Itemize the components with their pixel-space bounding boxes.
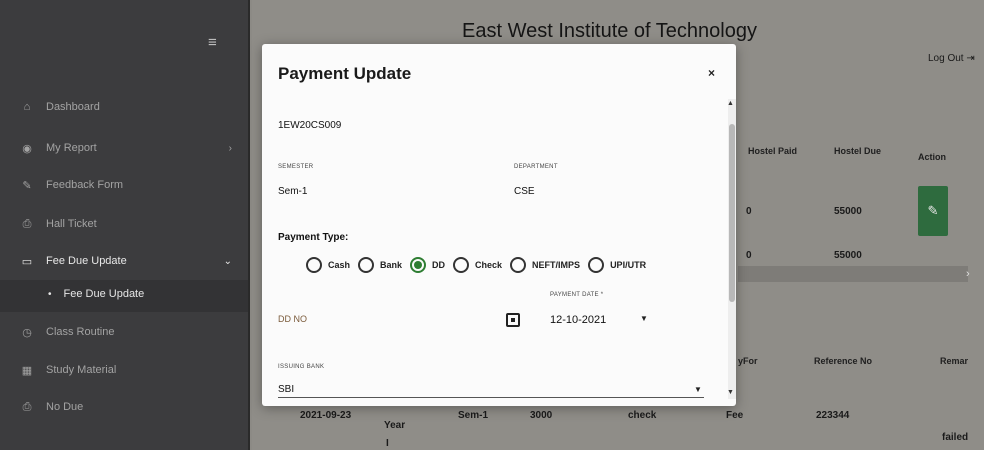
chevron-down-icon[interactable]: ▼ <box>640 314 648 323</box>
radio-circle <box>588 257 605 273</box>
sidebar-item-label: Hall Ticket <box>46 218 97 230</box>
dd-no-input[interactable]: DD NO <box>278 314 307 324</box>
table-header-remark: Remar <box>940 356 969 366</box>
table-cell-amount: 3000 <box>530 410 553 421</box>
modal-scrollbar-thumb[interactable] <box>729 124 735 302</box>
payment-date-label: PAYMENT DATE * <box>550 292 604 298</box>
menu-icon[interactable]: ≡ <box>208 34 217 51</box>
sidebar-item-my-report[interactable]: ◉ My Report › <box>18 138 238 158</box>
table-header-hostel-paid: Hostel Paid <box>748 146 798 156</box>
payment-update-modal: Payment Update × ▲ ▼ 1EW20CS009 SEMESTER… <box>262 44 736 406</box>
bullet-icon: • <box>48 288 52 300</box>
usn-field[interactable]: 1EW20CS009 <box>278 120 341 131</box>
table-cell-date: 2021-09-23 <box>300 410 352 421</box>
table-cell-reference: 223344 <box>816 410 850 421</box>
chevron-down-icon[interactable]: ▼ <box>694 385 702 394</box>
sidebar-item-label: Feedback Form <box>46 179 124 191</box>
radio-dd[interactable]: DD <box>410 257 445 273</box>
radio-circle <box>358 257 375 273</box>
folder-icon: ▭ <box>21 255 33 268</box>
radio-circle <box>510 257 527 273</box>
table-cell-year: Year <box>384 420 406 431</box>
dashboard-icon: ⌂ <box>23 101 31 113</box>
edit-icon: ✎ <box>927 203 939 218</box>
issuing-bank-label: ISSUING BANK <box>278 364 325 370</box>
close-icon[interactable]: × <box>708 66 715 80</box>
sidebar-item-label: Study Material <box>46 364 117 376</box>
modal-title: Payment Update <box>278 64 412 83</box>
sidebar-item-label: No Due <box>46 401 84 413</box>
logout-icon: ⇥ <box>966 53 975 64</box>
table-header-action: Action <box>918 152 946 162</box>
radio-bank[interactable]: Bank <box>358 257 402 273</box>
sidebar-item-label: Dashboard <box>46 101 100 113</box>
semester-field[interactable]: Sem-1 <box>278 186 307 197</box>
radio-upi-utr[interactable]: UPI/UTR <box>588 257 646 273</box>
ticket-icon: ⎙ <box>22 217 32 230</box>
scroll-up-icon[interactable]: ▲ <box>727 100 734 107</box>
table-cell-pay-for: Fee <box>726 410 744 421</box>
issuing-bank-select[interactable]: SBI <box>278 384 294 395</box>
sidebar-item-no-due[interactable]: ⎙ No Due <box>18 397 238 417</box>
sidebar-item-hall-ticket[interactable]: ⎙ Hall Ticket <box>18 214 238 234</box>
department-field[interactable]: CSE <box>514 186 535 197</box>
chevron-down-icon: ⌄ <box>223 255 232 267</box>
edit-action-button[interactable]: ✎ <box>918 186 948 236</box>
sidebar-subitem-label: Fee Due Update <box>63 288 145 300</box>
sidebar-item-dashboard[interactable]: ⌂ Dashboard <box>18 97 238 117</box>
scroll-down-icon[interactable]: ▼ <box>727 389 734 396</box>
horizontal-scrollbar[interactable] <box>738 266 968 282</box>
sidebar-item-feedback-form[interactable]: ✎ Feedback Form <box>18 175 238 195</box>
payment-type-label: Payment Type: <box>278 232 349 243</box>
table-cell-year: I <box>386 438 389 449</box>
semester-label: SEMESTER <box>278 164 314 170</box>
logout-button[interactable]: Log Out ⇥ <box>928 53 975 64</box>
table-cell-remark: failed <box>942 432 969 443</box>
radio-label: UPI/UTR <box>610 260 647 270</box>
payment-type-radio-group: Cash Bank DD Check NEFT/IMPS UPI/UTR <box>306 257 654 273</box>
select-underline <box>278 397 704 398</box>
table-cell: 55000 <box>834 206 862 217</box>
department-label: DEPARTMENT <box>514 164 558 170</box>
sidebar: ≡ ⌂ Dashboard ◉ My Report › ✎ Feedback F… <box>0 0 250 450</box>
routine-icon: ◷ <box>22 326 32 339</box>
table-cell: 0 <box>746 206 752 217</box>
radio-label: Check <box>475 260 503 270</box>
page-title: East West Institute of Technology <box>462 20 757 42</box>
table-header-pay-for: yFor <box>738 356 758 366</box>
radio-label: NEFT/IMPS <box>532 260 581 270</box>
sidebar-item-study-material[interactable]: ▦ Study Material <box>18 360 238 380</box>
sidebar-subitem-fee-due-update[interactable]: • Fee Due Update <box>48 288 144 300</box>
radio-label: Bank <box>380 260 403 270</box>
calendar-icon[interactable] <box>506 313 520 327</box>
table-header-reference-no: Reference No <box>814 356 873 366</box>
table-cell-semester: Sem-1 <box>458 410 489 421</box>
chevron-right-icon: › <box>228 142 232 154</box>
sidebar-item-class-routine[interactable]: ◷ Class Routine <box>18 322 238 342</box>
logout-label: Log Out <box>928 53 964 64</box>
radio-check[interactable]: Check <box>453 257 502 273</box>
chevron-right-icon[interactable]: › <box>966 268 970 280</box>
radio-cash[interactable]: Cash <box>306 257 350 273</box>
sidebar-item-fee-due-update[interactable]: ▭ Fee Due Update ⌄ <box>18 251 238 271</box>
nodue-icon: ⎙ <box>22 400 32 413</box>
table-cell: 55000 <box>834 250 862 261</box>
sidebar-item-label: Class Routine <box>46 326 115 338</box>
radio-circle-selected <box>410 257 427 273</box>
sidebar-item-label: My Report <box>46 142 97 154</box>
report-icon: ◉ <box>22 142 32 155</box>
sidebar-item-label: Fee Due Update <box>46 255 127 267</box>
table-cell-mode: check <box>628 410 657 421</box>
feedback-icon: ✎ <box>22 179 32 192</box>
payment-date-field[interactable]: 12-10-2021 <box>550 314 606 326</box>
radio-label: Cash <box>328 260 351 270</box>
radio-label: DD <box>432 260 446 270</box>
radio-neft-imps[interactable]: NEFT/IMPS <box>510 257 580 273</box>
radio-circle <box>306 257 322 273</box>
book-icon: ▦ <box>21 364 33 377</box>
table-header-hostel-due: Hostel Due <box>834 146 882 156</box>
radio-circle <box>453 257 470 273</box>
table-cell: 0 <box>746 250 752 261</box>
